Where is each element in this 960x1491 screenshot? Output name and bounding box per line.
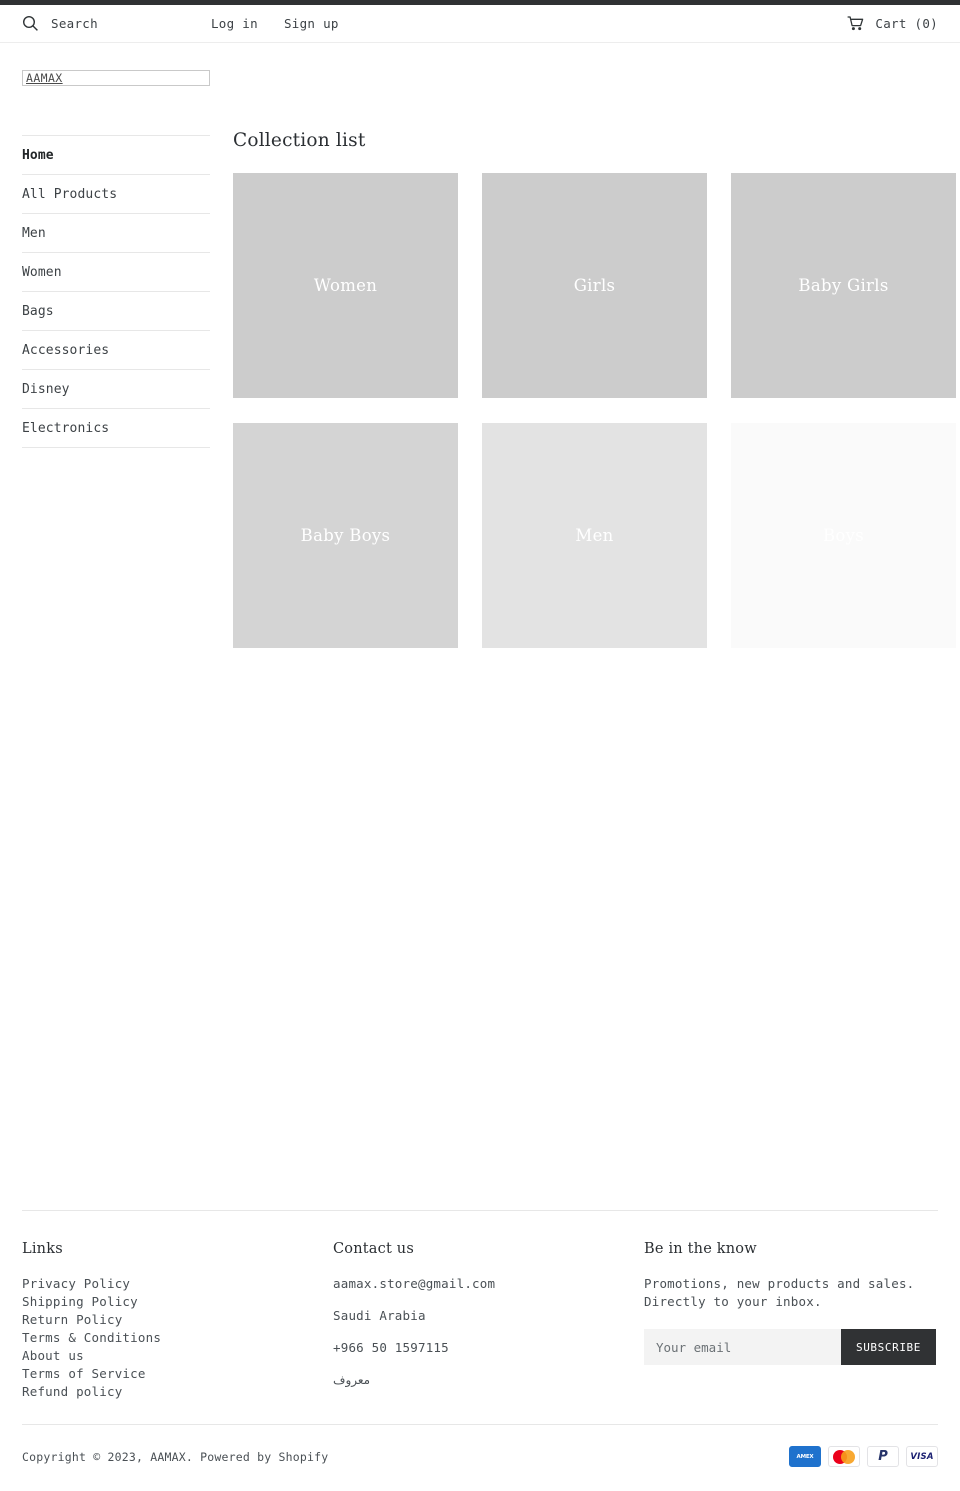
paypal-icon: P bbox=[867, 1446, 899, 1467]
search-label: Search bbox=[51, 16, 98, 31]
sidebar-item-women[interactable]: Women bbox=[22, 253, 210, 292]
footer-links-column: Links Privacy Policy Shipping Policy Retur… bbox=[22, 1241, 333, 1401]
payment-methods: AMEX P VISA bbox=[789, 1446, 938, 1467]
footer-link-return-policy[interactable]: Return Policy bbox=[22, 1311, 333, 1329]
search-button[interactable]: Search bbox=[22, 15, 98, 32]
mastercard-icon bbox=[828, 1446, 860, 1467]
collection-tile-girls[interactable]: Girls bbox=[482, 173, 707, 398]
contact-phone: +966 50 1597115 bbox=[333, 1340, 449, 1355]
collection-tile-baby-boys[interactable]: Baby Boys bbox=[233, 423, 458, 648]
page-body: Home All Products Men Women Bags Accessories D… bbox=[0, 86, 960, 648]
site-footer: Links Privacy Policy Shipping Policy Retur… bbox=[0, 1210, 960, 1401]
footer-link-terms-of-service[interactable]: Terms of Service bbox=[22, 1365, 333, 1383]
site-logo[interactable]: AAMAX bbox=[22, 70, 210, 86]
collection-tile-label: Girls bbox=[573, 276, 616, 295]
collection-tile-boys[interactable]: Boys bbox=[731, 423, 956, 648]
contact-email: aamax.store@gmail.com bbox=[333, 1276, 496, 1291]
footer-link-refund-policy[interactable]: Refund policy bbox=[22, 1383, 333, 1401]
copyright-text: Copyright © 2023, AAMAX. Powered by Shop… bbox=[22, 1449, 329, 1464]
login-link[interactable]: Log in bbox=[211, 16, 258, 31]
footer-link-about-us[interactable]: About us bbox=[22, 1347, 333, 1365]
footer-link-shipping-policy[interactable]: Shipping Policy bbox=[22, 1293, 333, 1311]
newsletter-description-line2: Directly to your inbox. bbox=[644, 1294, 822, 1309]
collection-tile-men[interactable]: Men bbox=[482, 423, 707, 648]
collection-tile-women[interactable]: Women bbox=[233, 173, 458, 398]
sidebar-nav: Home All Products Men Women Bags Accessories D… bbox=[22, 135, 210, 448]
utility-header: Search Log in Sign up Cart (0) bbox=[0, 5, 960, 43]
collection-tile-baby-girls[interactable]: Baby Girls bbox=[731, 173, 956, 398]
page-title: Collection list bbox=[233, 130, 366, 151]
newsletter-heading: Be in the know bbox=[644, 1241, 757, 1257]
footer-links-list: Privacy Policy Shipping Policy Return Poli… bbox=[22, 1275, 333, 1401]
sidebar-item-bags[interactable]: Bags bbox=[22, 292, 210, 331]
signup-link[interactable]: Sign up bbox=[284, 16, 339, 31]
search-icon bbox=[22, 15, 39, 32]
sidebar-item-men[interactable]: Men bbox=[22, 214, 210, 253]
visa-icon: VISA bbox=[906, 1446, 938, 1467]
sidebar-item-home[interactable]: Home bbox=[22, 136, 210, 175]
auth-links: Log in Sign up bbox=[211, 16, 339, 31]
collection-tile-label: Women bbox=[313, 276, 378, 295]
amex-icon: AMEX bbox=[789, 1446, 821, 1467]
collection-tile-label: Baby Girls bbox=[798, 276, 889, 295]
main-content: Collection list Women Girls Baby Girls Baby… bbox=[210, 130, 956, 648]
footer-contact-column: Contact us aamax.store@gmail.com Saudi A… bbox=[333, 1241, 644, 1401]
sidebar-item-all-products[interactable]: All Products bbox=[22, 175, 210, 214]
footer-link-privacy-policy[interactable]: Privacy Policy bbox=[22, 1275, 333, 1293]
newsletter-description: Promotions, new products and sales. Dire… bbox=[644, 1275, 938, 1311]
sidebar-item-electronics[interactable]: Electronics bbox=[22, 409, 210, 448]
sidebar-item-disney[interactable]: Disney bbox=[22, 370, 210, 409]
collection-tile-label: Men bbox=[575, 526, 614, 545]
footer-contact-heading: Contact us bbox=[333, 1241, 414, 1257]
subscribe-button[interactable]: SUBSCRIBE bbox=[840, 1329, 936, 1365]
collection-tile-label: Baby Boys bbox=[300, 526, 391, 545]
collection-tile-label: Boys bbox=[822, 526, 865, 545]
cart-label: Cart (0) bbox=[875, 16, 938, 31]
newsletter-form: SUBSCRIBE bbox=[644, 1329, 936, 1365]
footer-link-terms-conditions[interactable]: Terms & Conditions bbox=[22, 1329, 333, 1347]
cart-link[interactable]: Cart (0) bbox=[847, 16, 938, 31]
contact-country: Saudi Arabia bbox=[333, 1308, 426, 1323]
collection-grid: Women Girls Baby Girls Baby Boys Men Boys bbox=[233, 173, 956, 648]
contact-arabic-text: معروف bbox=[333, 1373, 371, 1387]
newsletter-email-input[interactable] bbox=[644, 1329, 841, 1365]
footer-bottom-bar: Copyright © 2023, AAMAX. Powered by Shop… bbox=[22, 1424, 938, 1467]
cart-icon bbox=[847, 16, 865, 31]
header-left-group: Search Log in Sign up bbox=[22, 15, 339, 32]
footer-links-heading: Links bbox=[22, 1241, 63, 1257]
sidebar-item-accessories[interactable]: Accessories bbox=[22, 331, 210, 370]
footer-newsletter-column: Be in the know Promotions, new products … bbox=[644, 1241, 938, 1401]
newsletter-description-line1: Promotions, new products and sales. bbox=[644, 1276, 915, 1291]
logo-area: AAMAX bbox=[0, 43, 960, 86]
